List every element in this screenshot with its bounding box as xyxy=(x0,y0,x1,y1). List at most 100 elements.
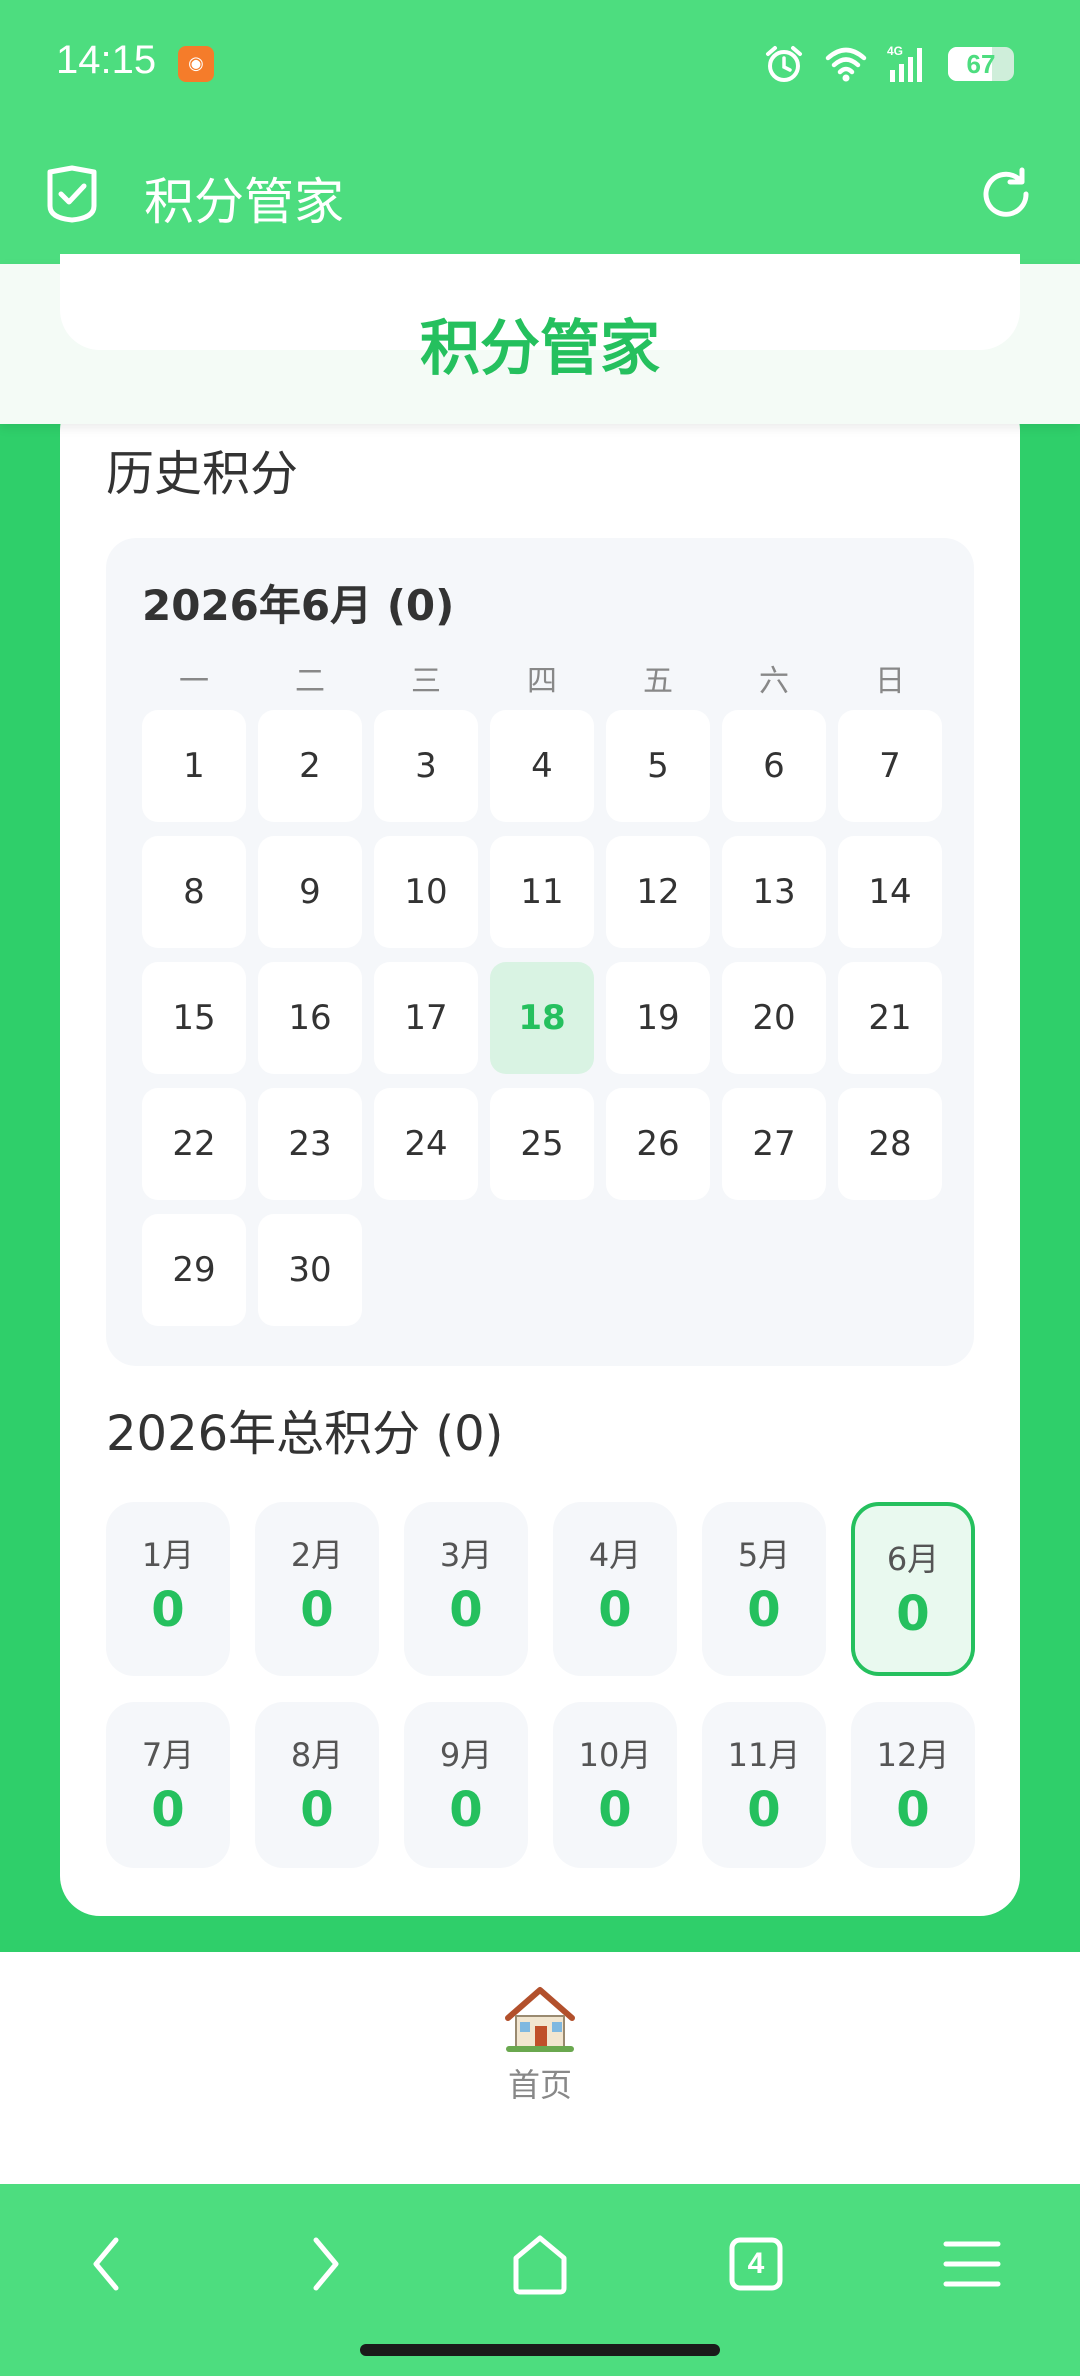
calendar-day[interactable]: 23 xyxy=(258,1088,362,1200)
calendar-title: 2026年6月 (0) xyxy=(142,581,455,630)
month-points: 0 xyxy=(449,1782,483,1838)
month-points: 0 xyxy=(896,1782,930,1838)
wifi-icon xyxy=(825,47,867,82)
month-points: 0 xyxy=(896,1586,930,1642)
calendar-day[interactable]: 1 xyxy=(142,710,246,822)
calendar-day[interactable]: 3 xyxy=(374,710,478,822)
calendar-day[interactable]: 4 xyxy=(490,710,594,822)
calendar-day[interactable]: 29 xyxy=(142,1214,246,1326)
calendar-day[interactable]: 21 xyxy=(838,962,942,1074)
battery-level: 67 xyxy=(966,49,996,79)
calendar-day[interactable]: 22 xyxy=(142,1088,246,1200)
calendar-day[interactable]: 16 xyxy=(258,962,362,1074)
alarm-icon xyxy=(766,46,802,82)
weekday-label: 三 xyxy=(411,664,441,699)
refresh-icon[interactable] xyxy=(976,164,1036,224)
weekday-label: 六 xyxy=(759,664,789,699)
tab-home[interactable]: 首页 xyxy=(490,1982,590,2106)
history-section-title: 历史积分 xyxy=(106,446,299,502)
calendar-day[interactable]: 26 xyxy=(606,1088,710,1200)
month-total-card[interactable]: 6月 0 xyxy=(851,1502,975,1676)
app-title: 积分管家 xyxy=(144,173,344,231)
month-label: 4月 xyxy=(588,1536,642,1574)
calendar: 2026年6月 (0) 一二三四五六日 1 2 3 4 5 6 7 8 9 10 11 12 13 14 1… xyxy=(106,538,974,1366)
calendar-day[interactable]: 19 xyxy=(606,962,710,1074)
home-icon[interactable] xyxy=(504,2228,576,2300)
calendar-day[interactable]: 28 xyxy=(838,1088,942,1200)
month-points: 0 xyxy=(598,1582,632,1638)
page-header: 积分管家 xyxy=(0,254,1080,424)
page-title: 积分管家 xyxy=(420,314,660,384)
calendar-day[interactable]: 10 xyxy=(374,836,478,948)
calendar-day[interactable]: 17 xyxy=(374,962,478,1074)
calendar-day[interactable]: 5 xyxy=(606,710,710,822)
calendar-day[interactable]: 24 xyxy=(374,1088,478,1200)
tabs-button[interactable]: 4 xyxy=(720,2228,792,2300)
svg-text:4G: 4G xyxy=(887,44,903,58)
weekday-label: 四 xyxy=(527,664,557,699)
month-label: 8月 xyxy=(290,1736,344,1774)
month-points: 0 xyxy=(151,1782,185,1838)
calendar-day[interactable]: 2 xyxy=(258,710,362,822)
forward-icon[interactable] xyxy=(288,2228,360,2300)
month-label: 6月 xyxy=(886,1540,940,1578)
month-points: 0 xyxy=(300,1782,334,1838)
calendar-day[interactable]: 13 xyxy=(722,836,826,948)
main-card: 历史积分 2026年6月 (0) 一二三四五六日 1 2 3 4 5 6 7 8 9 10 11 12… xyxy=(60,390,1020,1916)
month-label: 11月 xyxy=(727,1736,801,1774)
calendar-day[interactable]: 8 xyxy=(142,836,246,948)
status-time: 14:15 xyxy=(56,38,157,82)
month-label: 2月 xyxy=(290,1536,344,1574)
home-indicator[interactable] xyxy=(360,2344,720,2356)
month-total-card[interactable]: 11月 0 xyxy=(702,1702,826,1868)
signal-4g-icon: 4G xyxy=(887,44,922,82)
weekday-label: 二 xyxy=(295,664,325,699)
tab-count: 4 xyxy=(747,2247,765,2280)
weekday-label: 五 xyxy=(643,664,673,699)
browser-nav-bar: 4 xyxy=(0,2184,1080,2376)
month-label: 9月 xyxy=(439,1736,493,1774)
month-total-card[interactable]: 5月 0 xyxy=(702,1502,826,1676)
month-points: 0 xyxy=(151,1582,185,1638)
calendar-day[interactable]: 27 xyxy=(722,1088,826,1200)
calendar-day[interactable]: 9 xyxy=(258,836,362,948)
calendar-day[interactable]: 25 xyxy=(490,1088,594,1200)
calendar-day[interactable]: 7 xyxy=(838,710,942,822)
month-label: 1月 xyxy=(141,1536,195,1574)
month-total-card[interactable]: 10月 0 xyxy=(553,1702,677,1868)
month-label: 12月 xyxy=(876,1736,950,1774)
app-notification-icon: ◉ xyxy=(178,46,214,82)
month-points: 0 xyxy=(449,1582,483,1638)
month-total-card[interactable]: 2月 0 xyxy=(255,1502,379,1676)
weekday-label: 一 xyxy=(179,664,209,699)
back-icon[interactable] xyxy=(72,2228,144,2300)
shield-check-icon[interactable] xyxy=(44,164,100,224)
calendar-day[interactable]: 12 xyxy=(606,836,710,948)
calendar-day[interactable]: 20 xyxy=(722,962,826,1074)
month-points: 0 xyxy=(747,1582,781,1638)
calendar-day[interactable]: 14 xyxy=(838,836,942,948)
month-total-card[interactable]: 12月 0 xyxy=(851,1702,975,1868)
month-total-card[interactable]: 3月 0 xyxy=(404,1502,528,1676)
tab-home-label: 首页 xyxy=(507,2066,572,2104)
menu-icon[interactable] xyxy=(936,2228,1008,2300)
month-total-card[interactable]: 8月 0 xyxy=(255,1702,379,1868)
month-total-card[interactable]: 4月 0 xyxy=(553,1502,677,1676)
weekday-label: 日 xyxy=(875,664,905,699)
month-points: 0 xyxy=(300,1582,334,1638)
month-points: 0 xyxy=(747,1782,781,1838)
month-label: 7月 xyxy=(141,1736,195,1774)
battery-icon: 67 xyxy=(948,47,1014,81)
month-total-card[interactable]: 7月 0 xyxy=(106,1702,230,1868)
month-label: 5月 xyxy=(737,1536,791,1574)
calendar-day[interactable]: 6 xyxy=(722,710,826,822)
month-label: 10月 xyxy=(578,1736,652,1774)
weekday-row: 一二三四五六日 xyxy=(142,656,942,699)
calendar-day[interactable]: 15 xyxy=(142,962,246,1074)
calendar-day[interactable]: 30 xyxy=(258,1214,362,1326)
calendar-day[interactable]: 11 xyxy=(490,836,594,948)
year-total-title: 2026年总积分 (0) xyxy=(106,1406,504,1462)
month-total-card[interactable]: 1月 0 xyxy=(106,1502,230,1676)
month-total-card[interactable]: 9月 0 xyxy=(404,1702,528,1868)
calendar-day-today[interactable]: 18 xyxy=(490,962,594,1074)
